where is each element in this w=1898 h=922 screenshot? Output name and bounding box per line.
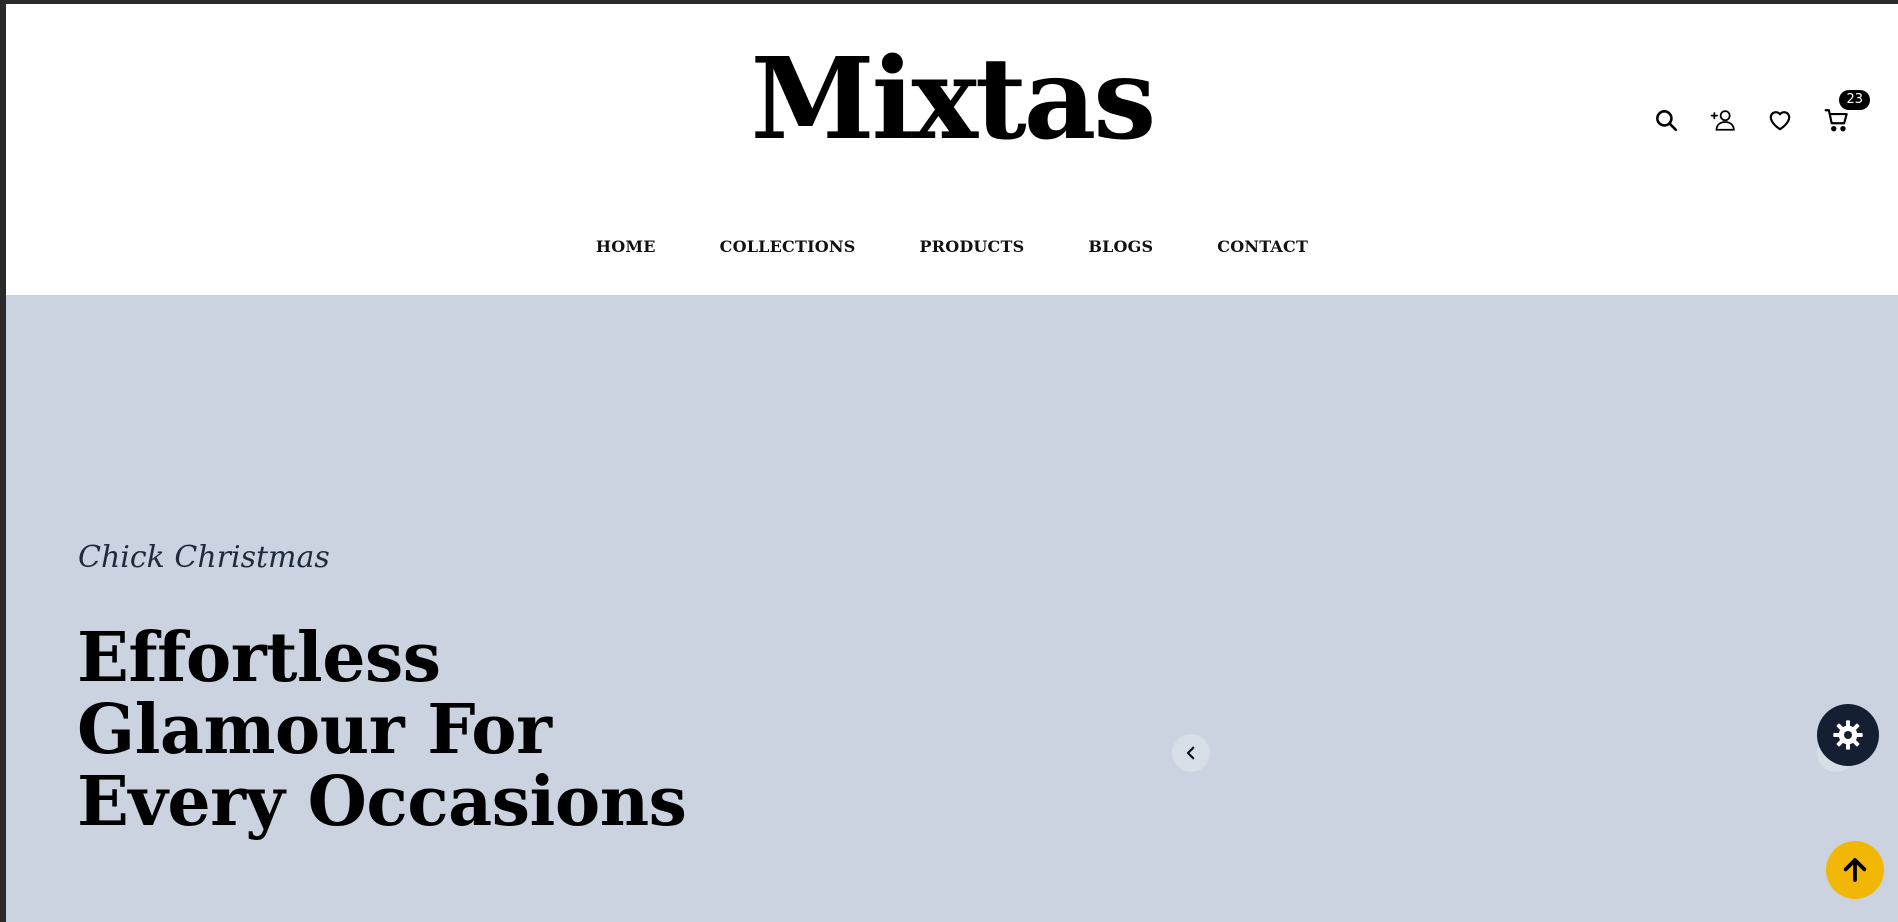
theme-settings-button[interactable] [1817, 704, 1879, 766]
nav-item-contact[interactable]: CONTACT [1217, 237, 1308, 256]
cart-count-badge: 23 [1839, 90, 1870, 110]
nav-item-blogs[interactable]: BLOGS [1088, 237, 1153, 256]
gear-icon [1833, 720, 1863, 750]
header-icons: 23 [1650, 90, 1870, 135]
hero-headline-line: Every Occasions [77, 762, 687, 842]
search-button[interactable] [1650, 104, 1681, 135]
slider-prev-button[interactable] [1172, 734, 1210, 772]
cart-icon [1824, 108, 1848, 131]
main-nav: HOME COLLECTIONS PRODUCTS BLOGS CONTACT [6, 237, 1898, 256]
cart-button[interactable]: 23 [1821, 90, 1870, 135]
site-header: Mixtas 23 HOME COLLECTIONS PRODUCTS BLOG… [6, 4, 1898, 295]
chevron-left-icon [1186, 746, 1195, 760]
nav-item-collections[interactable]: COLLECTIONS [720, 237, 856, 256]
arrow-up-icon [1843, 858, 1867, 882]
hero-banner: Chick Christmas Effortless Glamour For E… [6, 295, 1898, 922]
hero-headline-line: Glamour For [77, 690, 552, 770]
hero-eyebrow: Chick Christmas [78, 540, 330, 575]
user-plus-icon [1710, 109, 1735, 131]
wishlist-button[interactable] [1764, 104, 1795, 135]
back-to-top-button[interactable] [1826, 841, 1884, 899]
hero-headline: Effortless Glamour For Every Occasions [77, 622, 717, 838]
site-logo[interactable]: Mixtas [6, 44, 1898, 156]
nav-item-products[interactable]: PRODUCTS [919, 237, 1024, 256]
search-icon [1655, 109, 1677, 131]
hero-headline-line: Effortless [77, 618, 441, 698]
heart-icon [1769, 110, 1790, 130]
account-button[interactable] [1707, 104, 1738, 135]
nav-item-home[interactable]: HOME [596, 237, 656, 256]
